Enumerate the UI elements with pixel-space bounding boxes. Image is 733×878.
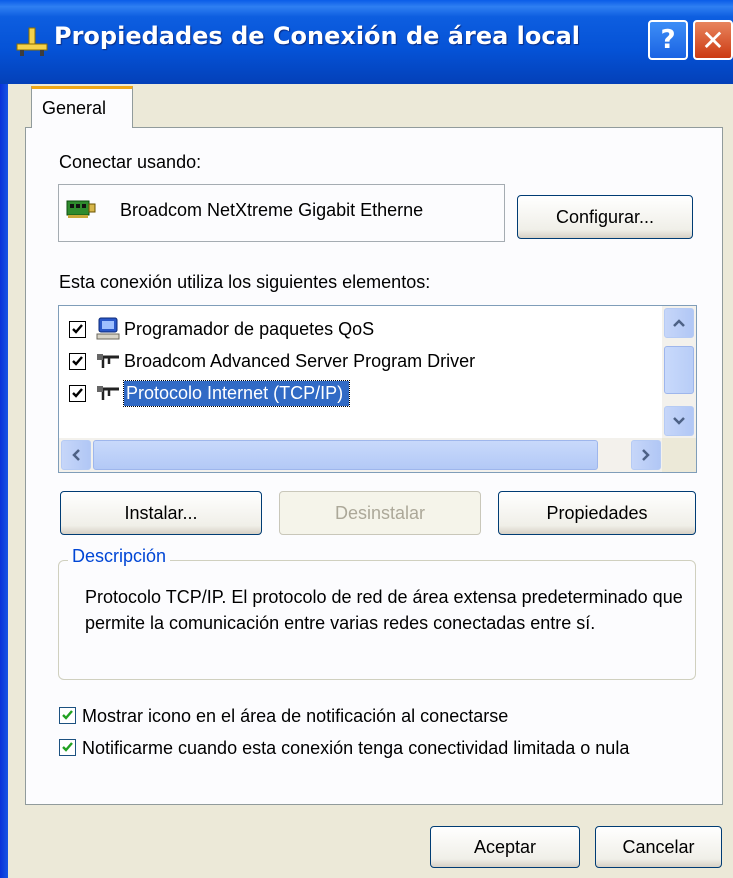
vertical-scroll-thumb[interactable] [664, 346, 694, 394]
network-protocol-icon [97, 354, 119, 368]
connect-using-label: Conectar usando: [59, 152, 202, 172]
show-icon-option[interactable]: Mostrar icono en el área de notificación… [59, 703, 719, 729]
horizontal-scrollbar[interactable] [59, 438, 664, 472]
list-item-label: Broadcom Advanced Server Program Driver [124, 350, 476, 371]
close-button[interactable]: ✕ [693, 20, 733, 60]
tab-general[interactable]: General [31, 86, 133, 128]
chevron-up-icon [673, 319, 685, 327]
scroll-up-button[interactable] [664, 308, 694, 338]
list-item-label-selected: Protocolo Internet (TCP/IP) [122, 379, 351, 407]
ok-button[interactable]: Aceptar [430, 826, 580, 868]
title-bar[interactable]: Propiedades de Conexión de área local ? … [0, 0, 733, 84]
components-label: Esta conexión utiliza los siguientes ele… [59, 272, 431, 292]
description-title: Descripción [68, 546, 171, 567]
scroll-left-button[interactable] [61, 440, 91, 470]
notify-option[interactable]: Notificarme cuando esta conexión tenga c… [59, 735, 714, 761]
network-protocol-icon [97, 386, 119, 400]
show-icon-label: Mostrar icono en el área de notificación… [82, 706, 509, 726]
scroll-corner [662, 438, 696, 472]
list-item[interactable]: Protocolo Internet (TCP/IP) [69, 378, 351, 408]
chevron-right-icon [642, 449, 650, 461]
chevron-down-icon [673, 417, 685, 425]
checkbox-tcpip[interactable] [69, 384, 86, 402]
horizontal-scroll-thumb[interactable] [93, 440, 598, 470]
scroll-down-button[interactable] [664, 406, 694, 436]
help-button[interactable]: ? [648, 20, 688, 60]
network-connection-icon [16, 27, 48, 56]
components-list[interactable]: Programador de paquetes QoS Broadcom Adv… [58, 305, 697, 473]
chevron-left-icon [72, 449, 80, 461]
properties-button[interactable]: Propiedades [498, 491, 696, 535]
qos-scheduler-icon [96, 317, 120, 340]
scroll-right-button[interactable] [631, 440, 661, 470]
description-text: Protocolo TCP/IP. El protocolo de red de… [85, 587, 683, 633]
checkbox-qos[interactable] [69, 320, 86, 338]
list-item[interactable]: Broadcom Advanced Server Program Driver [69, 346, 475, 376]
notify-checkbox[interactable] [59, 739, 76, 756]
notify-label: Notificarme cuando esta conexión tenga c… [82, 738, 630, 758]
cancel-button[interactable]: Cancelar [595, 826, 722, 868]
configure-button[interactable]: Configurar... [517, 195, 693, 239]
network-adapter-icon [66, 200, 96, 218]
vertical-scrollbar[interactable] [662, 306, 696, 440]
window-frame [0, 84, 8, 878]
adapter-name: Broadcom NetXtreme Gigabit Etherne [120, 200, 424, 220]
show-icon-checkbox[interactable] [59, 707, 76, 724]
checkbox-broadcom-driver[interactable] [69, 352, 86, 370]
install-button[interactable]: Instalar... [60, 491, 262, 535]
window-title: Propiedades de Conexión de área local [54, 22, 581, 50]
list-item-label: Programador de paquetes QoS [124, 318, 375, 339]
list-item[interactable]: Programador de paquetes QoS [69, 314, 374, 344]
uninstall-button[interactable]: Desinstalar [279, 491, 481, 535]
